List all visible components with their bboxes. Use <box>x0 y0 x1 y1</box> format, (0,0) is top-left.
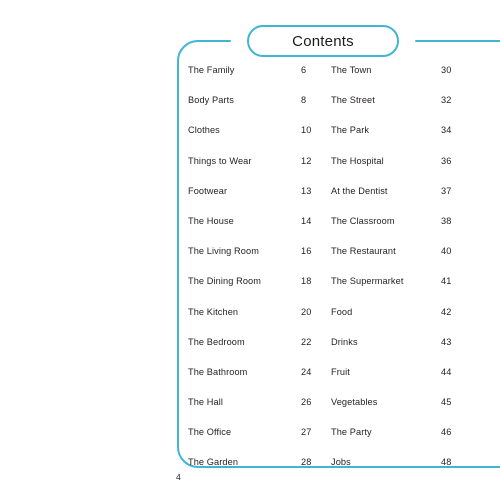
toc-entry[interactable]: The Town 30 <box>331 64 488 94</box>
toc-entry-page: 10 <box>301 125 312 136</box>
toc-entry[interactable]: Things to Wear 12 <box>188 155 331 185</box>
table-of-contents: The Family 6 Body Parts 8 Clothes 10 Thi… <box>188 64 488 487</box>
page-title: Contents <box>292 32 354 50</box>
toc-entry-page: 40 <box>441 246 452 257</box>
toc-entry-label: The Park <box>331 125 370 136</box>
toc-entry-page: 30 <box>441 65 452 75</box>
toc-entry[interactable]: The Street 32 <box>331 94 488 124</box>
toc-entry[interactable]: The Bathroom 24 <box>188 366 331 396</box>
toc-entry-label: The Family <box>188 65 235 75</box>
toc-entry-page: 27 <box>301 427 312 438</box>
toc-entry-page: 42 <box>441 306 452 317</box>
toc-entry-label: The Street <box>331 95 375 106</box>
toc-entry[interactable]: The Restaurant 40 <box>331 245 488 275</box>
toc-entry[interactable]: Body Parts 8 <box>188 94 331 124</box>
toc-entry-page: 32 <box>441 95 452 106</box>
toc-entry-label: Food <box>331 306 353 317</box>
toc-entry-label: The Bathroom <box>188 366 248 377</box>
toc-entry[interactable]: The Classroom 38 <box>331 215 488 245</box>
toc-entry[interactable]: Food 42 <box>331 306 488 336</box>
contents-page: Contents The Family 6 Body Parts 8 Cloth… <box>0 0 500 500</box>
toc-entry-page: 43 <box>441 336 452 347</box>
toc-entry[interactable]: The Dining Room 18 <box>188 275 331 305</box>
toc-entry-page: 12 <box>301 155 312 166</box>
toc-entry-label: Clothes <box>188 125 220 136</box>
toc-entry-label: Footwear <box>188 185 228 196</box>
toc-entry-label: The Hospital <box>331 155 384 166</box>
toc-entry[interactable]: The Supermarket 41 <box>331 275 488 305</box>
toc-entry-label: The Party <box>331 427 372 438</box>
toc-entry[interactable]: The Kitchen 20 <box>188 306 331 336</box>
toc-entry-page: 37 <box>441 185 452 196</box>
toc-entry-label: The Supermarket <box>331 276 404 287</box>
toc-entry-page: 16 <box>301 246 312 257</box>
toc-column-right: The Town 30 The Street 32 The Park 34 Th… <box>331 64 488 487</box>
toc-entry-label: At the Dentist <box>331 185 388 196</box>
toc-entry[interactable]: The Garden 28 <box>188 456 331 486</box>
toc-entry-label: The Restaurant <box>331 246 396 257</box>
toc-entry-page: 8 <box>301 95 307 106</box>
toc-entry[interactable]: Fruit 44 <box>331 366 488 396</box>
toc-column-left: The Family 6 Body Parts 8 Clothes 10 Thi… <box>188 64 331 487</box>
toc-entry-page: 36 <box>441 155 452 166</box>
toc-entry-page: 28 <box>301 457 312 468</box>
toc-entry-page: 46 <box>441 427 452 438</box>
toc-entry[interactable]: The Office 27 <box>188 426 331 456</box>
page-folio-number: 4 <box>176 472 181 482</box>
toc-entry-page: 14 <box>301 215 312 226</box>
contents-heading-pill: Contents <box>247 25 399 57</box>
toc-entry[interactable]: The House 14 <box>188 215 331 245</box>
toc-entry-label: The Bedroom <box>188 336 245 347</box>
toc-entry[interactable]: The Living Room 16 <box>188 245 331 275</box>
toc-entry-label: The Hall <box>188 397 224 408</box>
toc-entry-label: Body Parts <box>188 95 234 106</box>
toc-entry-page: 34 <box>441 125 452 136</box>
toc-entry-label: Vegetables <box>331 397 378 408</box>
toc-entry-label: The Living Room <box>188 246 259 257</box>
toc-entry-page: 48 <box>441 457 452 468</box>
toc-entry-label: The Garden <box>188 457 239 468</box>
toc-entry-label: The Town <box>331 65 372 75</box>
toc-entry-page: 18 <box>301 276 312 287</box>
toc-entry-page: 41 <box>441 276 452 287</box>
toc-entry-label: The Kitchen <box>188 306 239 317</box>
toc-entry-page: 22 <box>301 336 312 347</box>
toc-entry-label: Drinks <box>331 336 358 347</box>
toc-entry[interactable]: The Hospital 36 <box>331 155 488 185</box>
toc-entry[interactable]: Clothes 10 <box>188 124 331 154</box>
toc-entry[interactable]: Drinks 43 <box>331 336 488 366</box>
toc-entry[interactable]: At the Dentist 37 <box>331 185 488 215</box>
toc-entry-label: Fruit <box>331 366 350 377</box>
toc-entry-label: The Dining Room <box>188 276 261 287</box>
toc-entry-label: The Office <box>188 427 232 438</box>
toc-entry-label: The Classroom <box>331 215 395 226</box>
toc-entry[interactable]: The Bedroom 22 <box>188 336 331 366</box>
toc-entry[interactable]: Footwear 13 <box>188 185 331 215</box>
toc-entry-page: 45 <box>441 397 452 408</box>
toc-entry-page: 38 <box>441 215 452 226</box>
toc-entry-page: 20 <box>301 306 312 317</box>
toc-entry[interactable]: The Party 46 <box>331 426 488 456</box>
toc-entry-page: 13 <box>301 185 312 196</box>
toc-entry-page: 44 <box>441 366 452 377</box>
toc-entry[interactable]: The Hall 26 <box>188 396 331 426</box>
toc-entry-label: Jobs <box>331 457 351 468</box>
toc-entry-label: The House <box>188 215 234 226</box>
toc-entry-page: 26 <box>301 397 312 408</box>
toc-entry-page: 24 <box>301 366 312 377</box>
toc-entry[interactable]: Vegetables 45 <box>331 396 488 426</box>
toc-entry-label: Things to Wear <box>188 155 252 166</box>
toc-entry-page: 6 <box>301 65 307 75</box>
toc-entry[interactable]: Jobs 48 <box>331 456 488 486</box>
toc-entry[interactable]: The Family 6 <box>188 64 331 94</box>
toc-entry[interactable]: The Park 34 <box>331 124 488 154</box>
